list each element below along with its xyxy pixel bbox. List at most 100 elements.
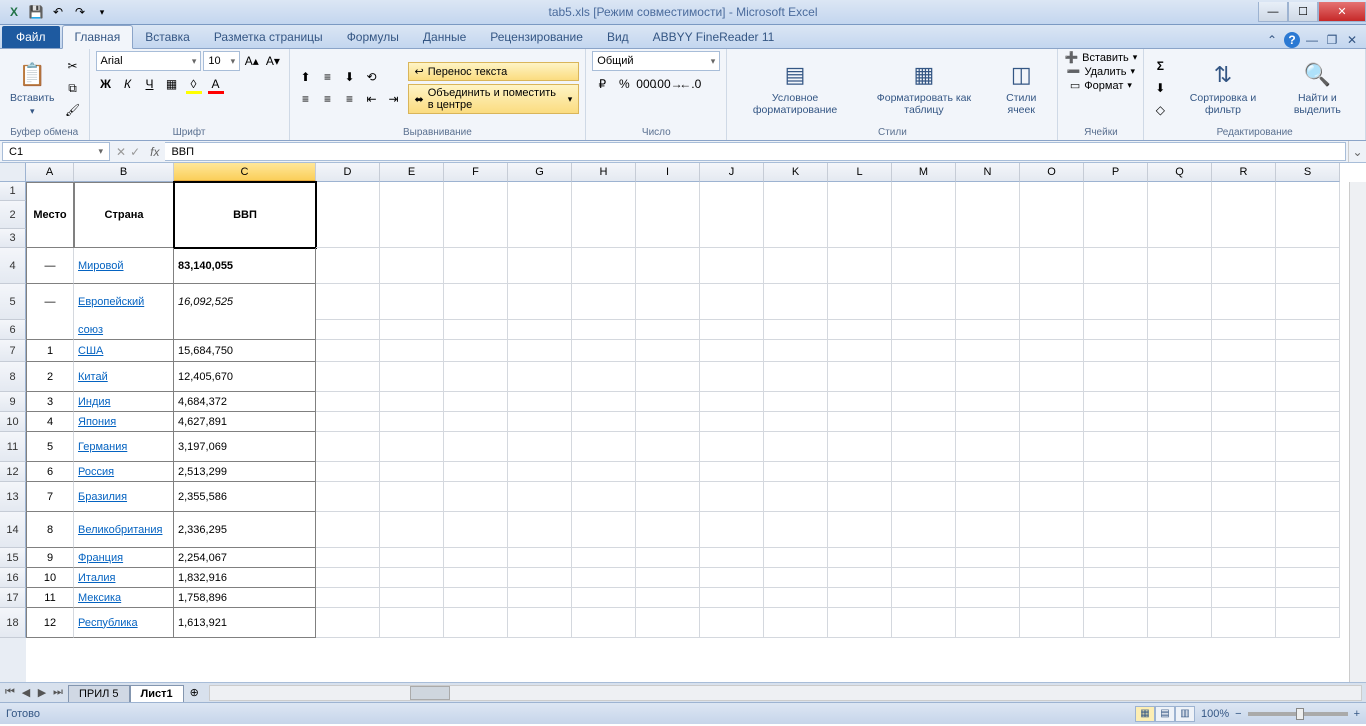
row-header[interactable]: 15 xyxy=(0,548,26,568)
page-layout-view-icon[interactable]: ▤ xyxy=(1155,706,1175,722)
sheet-tab-list1[interactable]: Лист1 xyxy=(130,685,184,702)
row-header[interactable]: 3 xyxy=(0,229,26,248)
cell[interactable] xyxy=(700,608,764,638)
cell[interactable] xyxy=(572,362,636,392)
cell[interactable] xyxy=(1276,362,1340,392)
cell[interactable] xyxy=(444,512,508,548)
undo-icon[interactable]: ↶ xyxy=(48,2,68,22)
row-header[interactable]: 9 xyxy=(0,392,26,412)
cell-place[interactable]: 4 xyxy=(26,412,74,432)
cell[interactable] xyxy=(444,588,508,608)
country-link[interactable]: Россия xyxy=(78,466,114,478)
decrease-indent-icon[interactable]: ⇤ xyxy=(362,89,382,109)
cell-gdp[interactable]: 2,513,299 xyxy=(174,462,316,482)
cell[interactable] xyxy=(1148,512,1212,548)
clear-icon[interactable]: ◇ xyxy=(1150,100,1170,120)
cell[interactable] xyxy=(764,412,828,432)
cell-country[interactable]: Италия xyxy=(74,568,174,588)
cell[interactable] xyxy=(1148,284,1212,320)
cell[interactable] xyxy=(956,608,1020,638)
cell[interactable] xyxy=(636,320,700,340)
country-link[interactable]: Франция xyxy=(78,552,123,564)
fill-color-icon[interactable]: ◊ xyxy=(184,74,204,94)
cell[interactable] xyxy=(508,548,572,568)
cell[interactable] xyxy=(700,362,764,392)
cell-styles-button[interactable]: ◫Стили ячеек xyxy=(991,57,1051,118)
cell[interactable] xyxy=(1148,482,1212,512)
cell[interactable] xyxy=(1020,412,1084,432)
decrease-decimal-icon[interactable]: ←.0 xyxy=(680,74,700,94)
cell[interactable] xyxy=(636,248,700,284)
font-family-combo[interactable]: Arial▾ xyxy=(96,51,202,71)
cell[interactable] xyxy=(508,588,572,608)
cell[interactable] xyxy=(316,432,380,462)
column-header-A[interactable]: A xyxy=(26,163,74,182)
cell[interactable] xyxy=(956,548,1020,568)
cell[interactable] xyxy=(316,248,380,284)
header-cell-place[interactable]: Место xyxy=(26,182,74,248)
cell[interactable] xyxy=(1020,392,1084,412)
cell[interactable] xyxy=(1148,392,1212,412)
mdi-restore-icon[interactable]: ❐ xyxy=(1324,32,1340,48)
cell-gdp[interactable]: 15,684,750 xyxy=(174,340,316,362)
cell[interactable] xyxy=(572,340,636,362)
cell[interactable] xyxy=(380,588,444,608)
cell[interactable] xyxy=(572,412,636,432)
cell[interactable] xyxy=(316,482,380,512)
cell-gdp[interactable]: 1,832,916 xyxy=(174,568,316,588)
cell[interactable] xyxy=(1276,284,1340,320)
cell[interactable] xyxy=(572,284,636,320)
cell[interactable] xyxy=(636,512,700,548)
column-header-F[interactable]: F xyxy=(444,163,508,182)
country-link[interactable]: США xyxy=(78,345,103,357)
column-header-I[interactable]: I xyxy=(636,163,700,182)
cell-country[interactable]: Мировой xyxy=(74,248,174,284)
cell[interactable] xyxy=(1020,548,1084,568)
cell[interactable] xyxy=(508,608,572,638)
cell-gdp[interactable]: 4,684,372 xyxy=(174,392,316,412)
underline-button[interactable]: Ч xyxy=(140,74,160,94)
fx-label[interactable]: fx xyxy=(144,141,165,162)
cell-country[interactable]: Республика xyxy=(74,608,174,638)
cell[interactable] xyxy=(1212,412,1276,432)
cell[interactable] xyxy=(572,320,636,340)
select-all-corner[interactable] xyxy=(0,163,26,182)
cell[interactable] xyxy=(572,512,636,548)
font-color-icon[interactable]: A xyxy=(206,74,226,94)
cell[interactable] xyxy=(1084,432,1148,462)
cell[interactable] xyxy=(1148,362,1212,392)
country-link[interactable]: Мировой xyxy=(78,260,124,272)
cell-country[interactable]: союз xyxy=(74,320,174,340)
cell[interactable] xyxy=(444,362,508,392)
number-format-combo[interactable]: Общий▾ xyxy=(592,51,720,71)
cell[interactable] xyxy=(380,608,444,638)
redo-icon[interactable]: ↷ xyxy=(70,2,90,22)
cell[interactable] xyxy=(636,568,700,588)
cell[interactable] xyxy=(636,392,700,412)
country-link[interactable]: Великобритания xyxy=(78,524,162,536)
cell[interactable] xyxy=(700,568,764,588)
cell[interactable] xyxy=(764,568,828,588)
cell[interactable] xyxy=(1212,608,1276,638)
cell[interactable] xyxy=(828,512,892,548)
cell-place[interactable]: 5 xyxy=(26,432,74,462)
cell[interactable] xyxy=(444,412,508,432)
cell[interactable] xyxy=(892,340,956,362)
cell[interactable] xyxy=(1084,588,1148,608)
zoom-out-icon[interactable]: − xyxy=(1235,708,1241,720)
cell[interactable] xyxy=(828,248,892,284)
delete-cells-button[interactable]: ➖Удалить▾ xyxy=(1067,65,1135,78)
cell[interactable] xyxy=(380,284,444,320)
cell-country[interactable]: Мексика xyxy=(74,588,174,608)
cell[interactable] xyxy=(764,588,828,608)
cell-country[interactable]: Европейский xyxy=(74,284,174,320)
country-link[interactable]: Мексика xyxy=(78,592,121,604)
cell[interactable] xyxy=(956,340,1020,362)
cell[interactable] xyxy=(444,608,508,638)
cell[interactable] xyxy=(636,482,700,512)
zoom-in-icon[interactable]: + xyxy=(1354,708,1360,720)
cell[interactable] xyxy=(1212,392,1276,412)
cell-place[interactable]: 2 xyxy=(26,362,74,392)
column-header-E[interactable]: E xyxy=(380,163,444,182)
cell[interactable] xyxy=(828,548,892,568)
